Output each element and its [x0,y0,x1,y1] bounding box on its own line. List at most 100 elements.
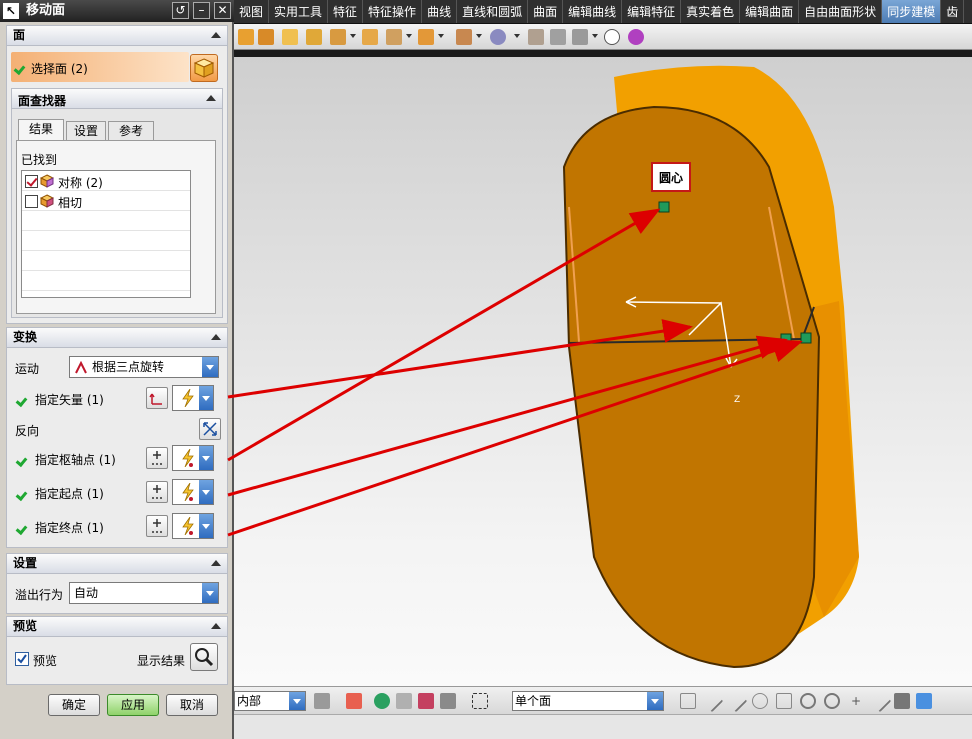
replace-face-icon[interactable] [306,29,322,45]
transform-section-header[interactable]: 变换 [6,327,228,348]
apply-button[interactable]: 应用 [107,694,159,716]
make-coplanar-icon[interactable] [418,29,434,45]
select-face-row[interactable]: 选择面 (2) [11,52,189,82]
item-checkbox[interactable] [25,175,38,188]
tab-reference[interactable]: 参考 [108,121,154,141]
existing-point-snap-icon[interactable]: + [848,693,864,709]
pull-face-icon[interactable] [258,29,274,45]
menu-item[interactable]: 编辑曲面 [740,0,800,23]
point-on-face-snap-icon[interactable] [894,693,910,709]
menu-item[interactable]: 直线和圆弧 [457,0,529,23]
menu-item[interactable]: 编辑曲线 [563,0,623,23]
eraser-icon[interactable] [396,693,412,709]
menu-item[interactable]: 同步建模 [882,0,942,23]
menu-item[interactable]: 自由曲面形状 [799,0,883,23]
snap-point-icon[interactable] [346,693,362,709]
minimize-icon[interactable]: – [193,2,210,19]
chevron-down-icon[interactable] [438,34,444,38]
shell-body-icon[interactable] [490,29,506,45]
selection-intent-icon[interactable] [418,693,434,709]
graphics-viewport[interactable]: 圆心 Z [234,57,972,686]
cancel-button[interactable]: 取消 [166,694,218,716]
mid-point-snap-icon[interactable] [724,689,748,713]
list-item[interactable]: 相切 [22,191,190,211]
arc-center-snap-icon[interactable] [800,693,816,709]
bounded-grid-snap-icon[interactable] [916,693,932,709]
chevron-down-icon[interactable] [202,357,218,377]
menu-item[interactable]: 视图 [234,0,270,23]
chevron-down-icon[interactable] [647,692,663,710]
overflow-select[interactable]: 自动 [69,582,219,604]
settings-section-header[interactable]: 设置 [6,553,228,574]
list-item[interactable]: 对称 (2) [22,171,190,191]
history-mode-icon[interactable] [604,29,620,45]
pivot-point-marker[interactable] [658,201,670,213]
ok-button[interactable]: 确定 [48,694,100,716]
tab-settings[interactable]: 设置 [66,121,106,141]
chevron-down-icon[interactable] [199,480,213,504]
undo-selection-icon[interactable] [374,693,390,709]
item-checkbox[interactable] [25,195,38,208]
selection-scope-icon[interactable] [314,693,330,709]
end-point-dialog-button[interactable] [146,515,168,537]
chevron-down-icon[interactable] [199,386,213,410]
end-point-snap-icon[interactable] [700,689,724,713]
local-scale-icon[interactable] [528,29,544,45]
point-on-curve-snap-icon[interactable] [868,689,892,713]
delete-face-icon[interactable] [362,29,378,45]
refresh-icon[interactable] [628,29,644,45]
start-point-dialog-button[interactable] [146,481,168,503]
chevron-down-icon[interactable] [199,514,213,538]
chevron-down-icon[interactable] [476,34,482,38]
motion-select[interactable]: 根据三点旋转 [69,356,219,378]
preview-section-header[interactable]: 预览 [6,616,228,637]
face-select-button[interactable] [190,54,218,82]
intersection-snap-icon[interactable] [776,693,792,709]
replace-blend-icon[interactable] [572,29,588,45]
reverse-direction-button[interactable] [199,418,221,440]
curve-point-snap-icon[interactable] [752,693,768,709]
tab-results[interactable]: 结果 [18,119,64,141]
optimize-face-icon[interactable] [550,29,566,45]
menu-item[interactable]: 齿 [941,0,965,23]
reset-icon[interactable]: ↺ [172,2,189,19]
close-icon[interactable]: ✕ [214,2,231,19]
menu-item[interactable]: 曲面 [528,0,564,23]
start-point-type-select[interactable] [172,479,214,505]
move-snap-icon[interactable] [680,693,696,709]
stairs-icon[interactable] [440,693,456,709]
preview-checkbox[interactable] [15,652,29,666]
type-filter-select[interactable]: 内部 [234,691,306,711]
offset-region-icon[interactable] [282,29,298,45]
chevron-down-icon[interactable] [350,34,356,38]
found-list[interactable]: 对称 (2) 相切 [21,170,191,298]
chevron-down-icon[interactable] [289,692,305,710]
menu-item[interactable]: 实用工具 [269,0,329,23]
show-result-button[interactable] [190,643,218,671]
chevron-down-icon[interactable] [514,34,520,38]
resize-blend-icon[interactable] [330,29,346,45]
menu-item[interactable]: 曲线 [422,0,458,23]
menu-item[interactable]: 特征操作 [363,0,423,23]
move-face-icon[interactable] [238,29,254,45]
rectangle-select-icon[interactable] [472,693,488,709]
face-section-header[interactable]: 面 [6,25,228,46]
chevron-down-icon[interactable] [202,583,218,603]
vector-type-select[interactable] [172,385,214,411]
menu-item[interactable]: 真实着色 [681,0,741,23]
pivot-type-select[interactable] [172,445,214,471]
end-point-marker[interactable] [800,332,812,344]
quadrant-snap-icon[interactable] [824,693,840,709]
face-rule-select[interactable]: 单个面 [512,691,664,711]
chevron-down-icon[interactable] [592,34,598,38]
menu-item[interactable]: 编辑特征 [622,0,682,23]
face-finder-header[interactable]: 面查找器 [12,89,222,109]
dialog-titlebar[interactable]: ↖ 移动面 ↺ – ✕ [0,0,234,22]
end-point-type-select[interactable] [172,513,214,539]
vector-dialog-button[interactable] [146,387,168,409]
chevron-down-icon[interactable] [199,446,213,470]
copy-face-icon[interactable] [386,29,402,45]
chevron-down-icon[interactable] [406,34,412,38]
menu-item[interactable]: 特征 [328,0,364,23]
pivot-dialog-button[interactable] [146,447,168,469]
